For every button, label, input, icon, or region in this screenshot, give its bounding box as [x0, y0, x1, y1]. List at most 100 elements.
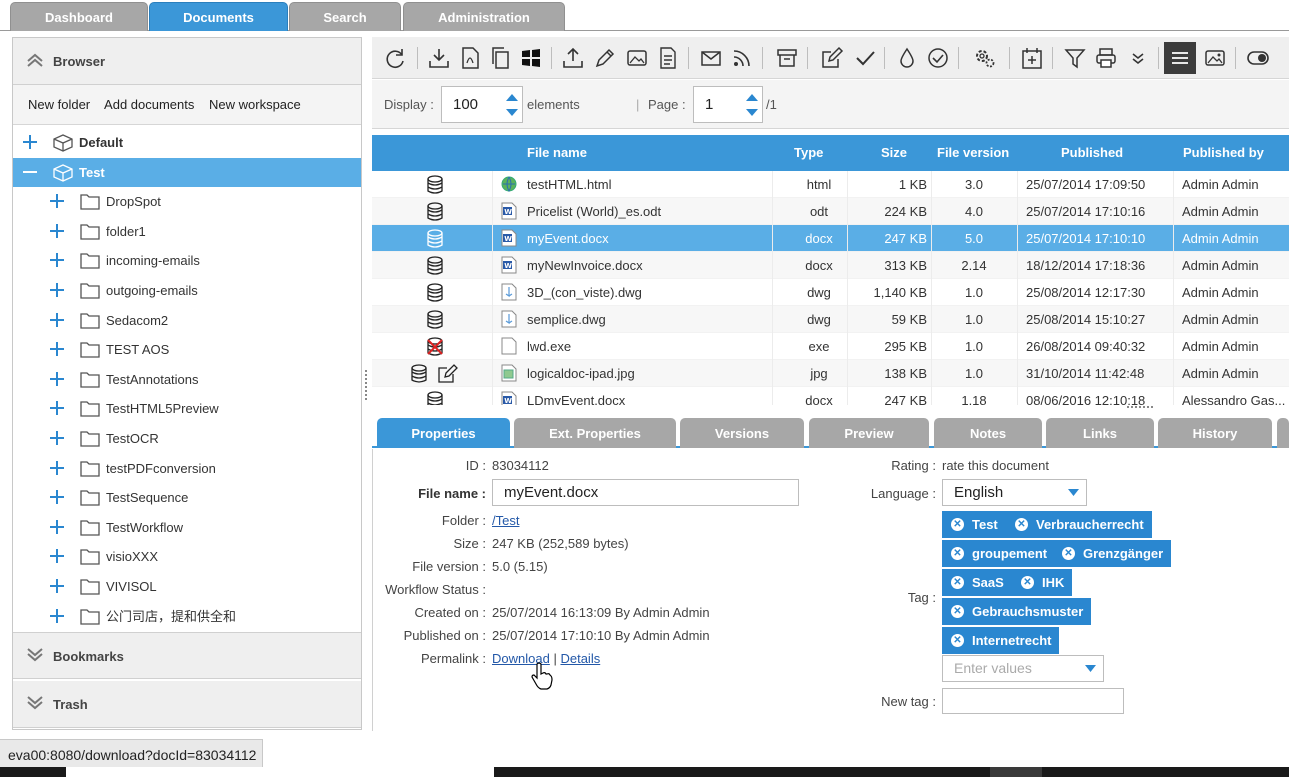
tab-properties[interactable]: Properties: [377, 418, 510, 448]
expand-icon[interactable]: [50, 223, 64, 238]
pdf-icon[interactable]: [459, 47, 481, 69]
expand-icon[interactable]: [50, 549, 64, 564]
tab-ext-properties[interactable]: Ext. Properties: [514, 418, 676, 448]
tree-node[interactable]: outgoing-emails: [13, 276, 361, 305]
tree-node[interactable]: TEST AOS: [13, 335, 361, 364]
expand-icon[interactable]: [50, 579, 64, 593]
expand-icon[interactable]: [23, 135, 37, 149]
image-icon[interactable]: [626, 47, 648, 69]
expand-icon[interactable]: [50, 490, 64, 505]
tag-picker[interactable]: Enter values: [942, 655, 1104, 682]
tag-chip[interactable]: ✕ Gebrauchsmuster: [942, 598, 1092, 625]
collapse-icon[interactable]: [23, 165, 37, 179]
table-row[interactable]: logicaldoc-ipad.jpg jpg 138 KB 1.0 31/10/201…: [372, 360, 1289, 387]
tag-chip[interactable]: ✕ groupement: [942, 540, 1056, 567]
tree-node[interactable]: TestSequence: [13, 483, 361, 512]
gears-icon[interactable]: [974, 47, 996, 69]
rss-icon[interactable]: [731, 47, 753, 69]
tree-node[interactable]: TestAnnotations: [13, 365, 361, 394]
archive-icon[interactable]: [776, 47, 798, 69]
expand-icon[interactable]: [50, 283, 64, 297]
tag-chip[interactable]: ✕ SaaS: [942, 569, 1012, 596]
expand-icon[interactable]: [50, 460, 64, 475]
tab-documents[interactable]: Documents: [149, 2, 288, 31]
tag-chip[interactable]: ✕ Verbraucherrecht: [1006, 511, 1152, 538]
browser-section-header[interactable]: Browser: [13, 38, 361, 85]
refresh-icon[interactable]: [384, 47, 406, 69]
upload-icon[interactable]: [562, 47, 584, 69]
tab-notes[interactable]: Notes: [934, 418, 1042, 448]
badge-check-icon[interactable]: [927, 47, 949, 69]
tree-node[interactable]: incoming-emails: [13, 246, 361, 275]
tag-chip[interactable]: ✕ Grenzgänger: [1053, 540, 1172, 567]
tab-dashboard[interactable]: Dashboard: [10, 2, 148, 31]
mail-icon[interactable]: [700, 47, 722, 69]
list-view-icon[interactable]: [1164, 42, 1196, 74]
close-icon[interactable]: ✕: [1062, 547, 1075, 560]
calendar-add-icon[interactable]: [1021, 47, 1043, 69]
tree-node[interactable]: visioXXX: [13, 542, 361, 571]
details-link[interactable]: Details: [560, 651, 600, 666]
tab-history[interactable]: History: [1158, 418, 1272, 448]
expand-icon[interactable]: [50, 194, 64, 209]
add-documents-button[interactable]: Add documents: [104, 97, 194, 112]
tab-versions[interactable]: Versions: [680, 418, 804, 448]
expand-icon[interactable]: [50, 253, 64, 268]
new-folder-button[interactable]: New folder: [28, 97, 90, 112]
rating-value[interactable]: rate this document: [942, 458, 1049, 473]
copy-icon[interactable]: [489, 47, 511, 69]
spinner-arrows-icon[interactable]: [745, 90, 759, 120]
spinner-arrows-icon[interactable]: [505, 90, 519, 120]
col-size[interactable]: Size: [881, 145, 907, 160]
bookmarks-section-header[interactable]: Bookmarks: [13, 632, 361, 679]
toggle-icon[interactable]: [1247, 47, 1269, 69]
col-file-name[interactable]: File name: [527, 145, 587, 160]
tree-node[interactable]: DropSpot: [13, 187, 361, 216]
table-row[interactable]: W LDmyEvent.docx docx 247 KB 1.18 08/06/2016 …: [372, 387, 1289, 405]
col-type[interactable]: Type: [794, 145, 823, 160]
folder-link[interactable]: /Test: [492, 513, 519, 528]
windows-icon[interactable]: [520, 47, 542, 69]
tree-node[interactable]: Test: [13, 157, 361, 187]
table-row[interactable]: 3D_(con_viste).dwg dwg 1,140 KB 1.0 25/08/20…: [372, 279, 1289, 306]
expand-icon[interactable]: [50, 519, 64, 534]
table-row[interactable]: semplice.dwg dwg 59 KB 1.0 25/08/2014 15:10:…: [372, 306, 1289, 333]
edit-icon[interactable]: [821, 46, 844, 69]
close-icon[interactable]: ✕: [951, 547, 964, 560]
col-published-by[interactable]: Published by: [1183, 145, 1264, 160]
tree-node[interactable]: Default: [13, 128, 361, 157]
close-icon[interactable]: ✕: [951, 518, 964, 531]
horizontal-splitter[interactable]: [1127, 406, 1153, 410]
close-icon[interactable]: ✕: [951, 576, 964, 589]
tree-node[interactable]: testPDFconversion: [13, 454, 361, 483]
vertical-splitter[interactable]: [365, 370, 368, 400]
pen-icon[interactable]: [594, 47, 616, 69]
gallery-view-icon[interactable]: [1204, 47, 1226, 69]
tab-overflow[interactable]: [1277, 418, 1289, 448]
expand-icon[interactable]: [50, 371, 64, 386]
document-icon[interactable]: [657, 47, 679, 69]
new-workspace-button[interactable]: New workspace: [209, 97, 301, 112]
filter-icon[interactable]: [1064, 47, 1086, 69]
page-input[interactable]: 1: [693, 86, 763, 123]
download-icon[interactable]: [428, 47, 450, 69]
tree-node[interactable]: VIVISOL: [13, 572, 361, 601]
table-row[interactable]: W Pricelist (World)_es.odt odt 224 KB 4.0 25/…: [372, 198, 1289, 225]
filename-input[interactable]: myEvent.docx: [492, 479, 799, 506]
drop-icon[interactable]: [896, 47, 918, 69]
col-published[interactable]: Published: [1061, 145, 1123, 160]
tag-chip[interactable]: ✕ Test: [942, 511, 1006, 538]
table-row[interactable]: testHTML.html html 1 KB 3.0 25/07/2014 17:09…: [372, 171, 1289, 198]
tab-administration[interactable]: Administration: [403, 2, 565, 31]
close-icon[interactable]: ✕: [1021, 576, 1034, 589]
tab-links[interactable]: Links: [1046, 418, 1154, 448]
table-row[interactable]: lwd.exe exe 295 KB 1.0 26/08/2014 09:40:32 Ad…: [372, 333, 1289, 360]
close-icon[interactable]: ✕: [1015, 518, 1028, 531]
tree-node[interactable]: TestWorkflow: [13, 513, 361, 542]
tree-node[interactable]: folder1: [13, 217, 361, 246]
tab-preview[interactable]: Preview: [809, 418, 929, 448]
expand-icon[interactable]: [50, 401, 64, 416]
new-tag-input[interactable]: [942, 688, 1124, 714]
display-count-input[interactable]: 100: [441, 86, 523, 123]
tree-node[interactable]: Sedacom2: [13, 306, 361, 335]
